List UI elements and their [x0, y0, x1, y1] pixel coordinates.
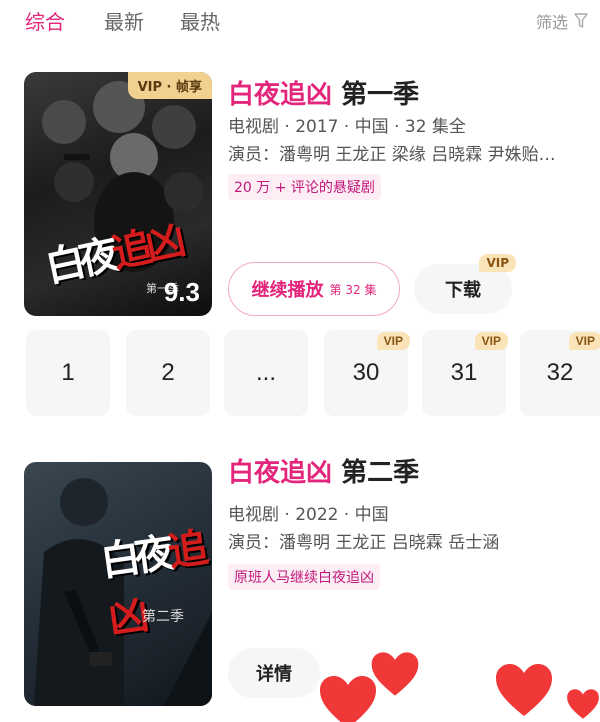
continue-episode-label: 第 32 集	[329, 282, 377, 297]
tab-comprehensive[interactable]: 综合	[25, 6, 65, 35]
vip-badge: VIP	[568, 332, 600, 350]
vip-badge: VIP	[479, 254, 516, 272]
result-meta: 电视剧 · 2017 · 中国 · 32 集全	[228, 117, 466, 137]
result-title[interactable]: 白夜追凶 第一季	[228, 74, 419, 111]
result-meta: 电视剧 · 2022 · 中国	[228, 505, 389, 525]
download-button[interactable]: 下载 VIP	[414, 254, 516, 314]
poster-season-1[interactable]: VIP · 帧享 白夜追凶 第一季 9.3	[24, 72, 212, 316]
title-season: 第一季	[332, 80, 420, 110]
filter-button[interactable]: 筛选	[536, 9, 588, 33]
funnel-icon	[574, 13, 588, 28]
heart-icon	[371, 652, 419, 696]
episode-1[interactable]: 1	[26, 330, 110, 416]
episode-more[interactable]: ...	[224, 330, 308, 416]
result-cast: 演员：潘粤明 王龙正 吕晓霖 岳士涵	[228, 533, 500, 553]
episode-32[interactable]: 32 VIP	[520, 330, 600, 416]
tab-latest[interactable]: 最新	[104, 6, 144, 35]
vip-frame-badge: VIP · 帧享	[127, 72, 212, 99]
details-label: 详情	[256, 664, 292, 685]
vip-badge: VIP	[474, 332, 508, 350]
episode-31[interactable]: 31 VIP	[422, 330, 508, 416]
poster-season-2[interactable]: 白夜追凶 第二季	[24, 462, 212, 706]
details-button[interactable]: 详情	[228, 648, 320, 698]
heart-icon	[496, 664, 552, 716]
rating-score: 9.3	[163, 277, 200, 307]
result-tag: 原班人马继续白夜追凶	[228, 564, 380, 590]
episode-list: 1 2 ... 30 VIP 31 VIP 32 VIP	[0, 330, 600, 416]
title-highlight: 白夜追凶	[228, 458, 333, 488]
result-title[interactable]: 白夜追凶 第二季	[228, 452, 419, 489]
episode-30[interactable]: 30 VIP	[324, 330, 410, 416]
title-highlight: 白夜追凶	[228, 80, 333, 110]
tab-hottest[interactable]: 最热	[180, 6, 220, 35]
title-season: 第二季	[332, 458, 420, 488]
continue-play-button[interactable]: 继续播放 第 32 集	[228, 262, 400, 316]
episode-2[interactable]: 2	[126, 330, 210, 416]
heart-icon	[567, 689, 599, 719]
poster-season-label: 第二季	[142, 609, 184, 625]
download-label: 下载	[445, 280, 481, 301]
result-card-season-1[interactable]: VIP · 帧享 白夜追凶 第一季 9.3 白夜追凶 第一季 电视剧 · 201…	[0, 68, 600, 318]
sort-tabs: 综合 最新 最热 筛选	[0, 0, 600, 44]
filter-label: 筛选	[535, 13, 568, 32]
result-cast: 演员：潘粤明 王龙正 梁缘 吕晓霖 尹姝贻…	[228, 145, 556, 165]
continue-play-label: 继续播放	[251, 280, 324, 301]
vip-badge: VIP	[376, 332, 410, 350]
result-tag: 20 万 + 评论的悬疑剧	[228, 174, 381, 200]
heart-icon	[320, 676, 376, 722]
